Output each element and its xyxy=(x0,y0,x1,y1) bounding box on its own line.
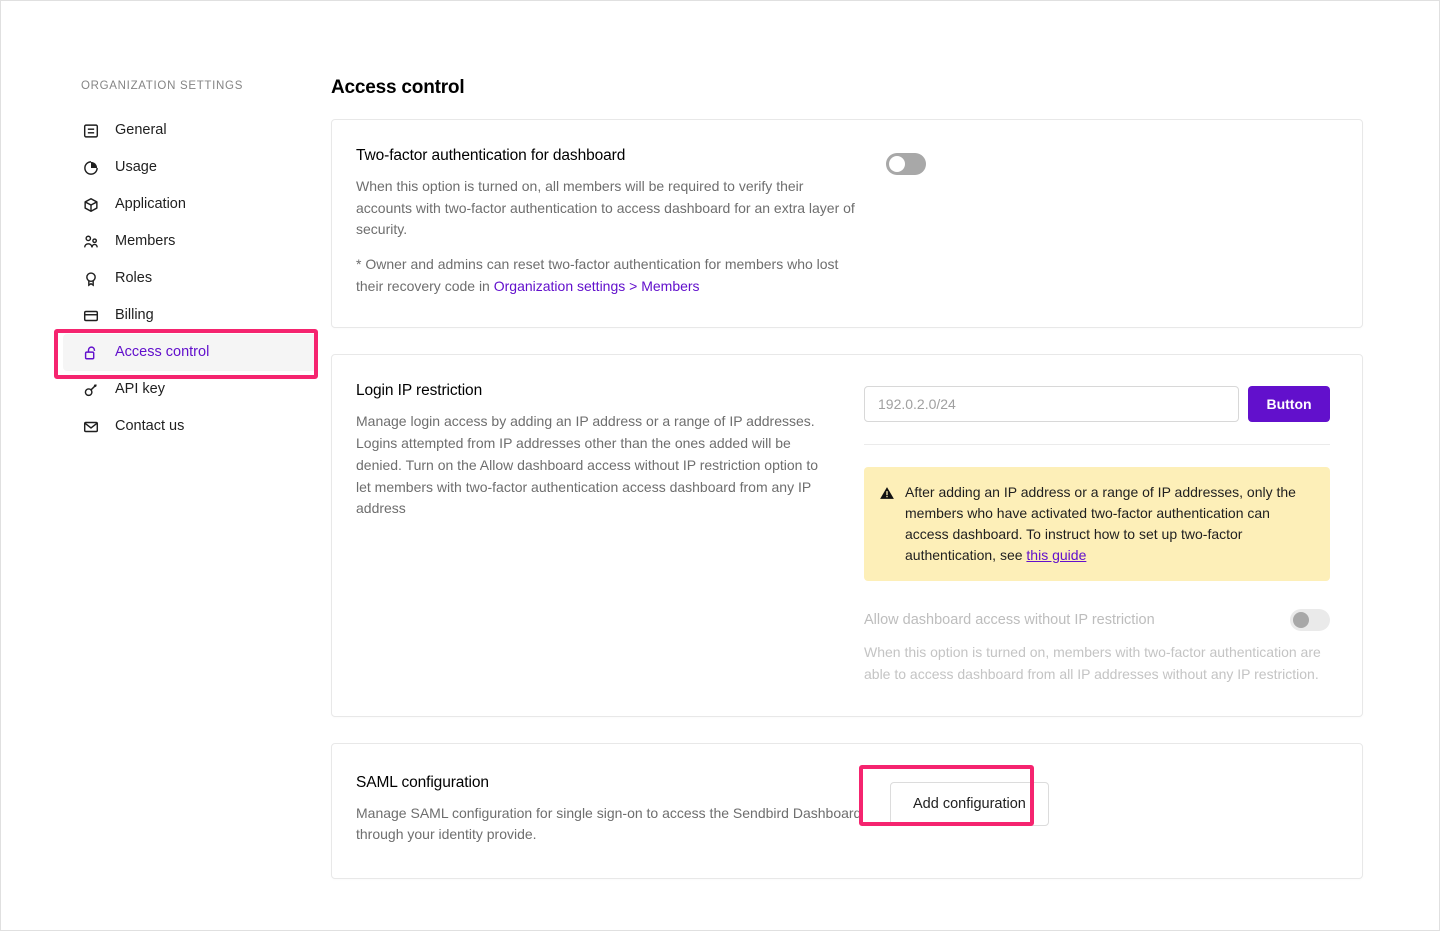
badge-icon xyxy=(81,269,101,289)
sidebar-item-label: Members xyxy=(115,233,176,250)
sidebar-item-usage[interactable]: Usage xyxy=(63,149,317,186)
sidebar-item-roles[interactable]: Roles xyxy=(63,260,317,297)
login-ip-description: Manage login access by adding an IP addr… xyxy=(356,413,819,517)
section-divider xyxy=(864,444,1330,446)
sidebar-item-members[interactable]: Members xyxy=(63,223,317,260)
access-control-panel: Access control Two-factor authentication… xyxy=(331,1,1439,930)
allow-dashboard-access-title: Allow dashboard access without IP restri… xyxy=(864,612,1155,629)
warning-message-text: After adding an IP address or a range of… xyxy=(905,484,1296,563)
two-factor-description: When this option is turned on, all membe… xyxy=(356,178,855,238)
members-icon xyxy=(81,232,101,252)
two-factor-title: Two-factor authentication for dashboard xyxy=(356,147,626,164)
sidebar-item-application[interactable]: Application xyxy=(63,186,317,223)
toggle-knob xyxy=(1293,612,1309,629)
login-ip-title: Login IP restriction xyxy=(356,382,483,400)
key-icon xyxy=(81,380,101,400)
two-factor-note: * Owner and admins can reset two-factor … xyxy=(356,254,856,297)
sidebar-item-label: Billing xyxy=(115,307,154,324)
document-icon xyxy=(81,121,101,141)
sidebar-item-label: API key xyxy=(115,381,165,398)
allow-dashboard-access-header: Allow dashboard access without IP restri… xyxy=(864,609,1330,632)
two-factor-text-block: Two-factor authentication for dashboard … xyxy=(356,147,856,297)
sidebar-item-label: Usage xyxy=(115,159,157,176)
envelope-icon xyxy=(81,417,101,437)
pie-chart-icon xyxy=(81,158,101,178)
sidebar-item-access-control[interactable]: Access control xyxy=(63,334,317,371)
this-guide-link[interactable]: this guide xyxy=(1026,547,1086,563)
sidebar-item-api-key[interactable]: API key xyxy=(63,371,317,408)
sidebar-nav-list: General Usage Application Members Roles … xyxy=(1,112,331,445)
sidebar-item-label: General xyxy=(115,122,167,139)
login-ip-restriction-card: Login IP restriction Manage login access… xyxy=(331,354,1363,717)
ip-address-input[interactable] xyxy=(864,386,1239,423)
app-window: ORGANIZATION SETTINGS General Usage Appl… xyxy=(0,0,1440,931)
sidebar-heading: ORGANIZATION SETTINGS xyxy=(81,80,244,92)
sidebar-item-label: Roles xyxy=(115,270,153,287)
warning-message: After adding an IP address or a range of… xyxy=(905,482,1314,565)
credit-card-icon xyxy=(81,306,101,326)
two-factor-authentication-card: Two-factor authentication for dashboard … xyxy=(331,119,1363,329)
two-factor-toggle-wrap xyxy=(856,147,1330,297)
organization-settings-sidebar: ORGANIZATION SETTINGS General Usage Appl… xyxy=(1,1,331,930)
two-factor-warning-banner: After adding an IP address or a range of… xyxy=(864,467,1330,582)
warning-triangle-icon xyxy=(879,485,895,506)
login-ip-text-block: Login IP restriction Manage login access… xyxy=(356,382,836,685)
login-ip-controls: Button After adding an IP address or a r… xyxy=(836,382,1330,685)
two-factor-toggle[interactable] xyxy=(886,153,926,175)
sidebar-item-label: Contact us xyxy=(115,418,185,435)
unlock-icon xyxy=(81,343,101,363)
allow-dashboard-access-description: When this option is turned on, members w… xyxy=(864,644,1321,682)
organization-settings-members-link[interactable]: Organization settings > Members xyxy=(494,278,700,294)
page-title: Access control xyxy=(331,77,465,98)
saml-description: Manage SAML configuration for single sig… xyxy=(356,804,862,843)
allow-dashboard-access-toggle[interactable] xyxy=(1290,609,1330,632)
saml-title: SAML configuration xyxy=(356,773,489,791)
saml-action-wrap: Add configuration xyxy=(859,764,1330,826)
add-configuration-button[interactable]: Add configuration xyxy=(890,781,1049,826)
sidebar-item-billing[interactable]: Billing xyxy=(63,297,317,334)
saml-configuration-card: SAML configuration Manage SAML configura… xyxy=(331,742,1363,880)
sidebar-item-contact-us[interactable]: Contact us xyxy=(63,408,317,445)
toggle-knob xyxy=(889,156,905,172)
ip-input-row: Button xyxy=(864,386,1330,423)
sidebar-item-general[interactable]: General xyxy=(63,112,317,149)
saml-text-block: SAML configuration Manage SAML configura… xyxy=(356,774,866,846)
add-ip-button[interactable]: Button xyxy=(1248,386,1330,423)
sidebar-item-label: Access control xyxy=(115,344,210,361)
allow-dashboard-access-block: Allow dashboard access without IP restri… xyxy=(864,609,1330,685)
cube-icon xyxy=(81,195,101,215)
sidebar-item-label: Application xyxy=(115,196,186,213)
